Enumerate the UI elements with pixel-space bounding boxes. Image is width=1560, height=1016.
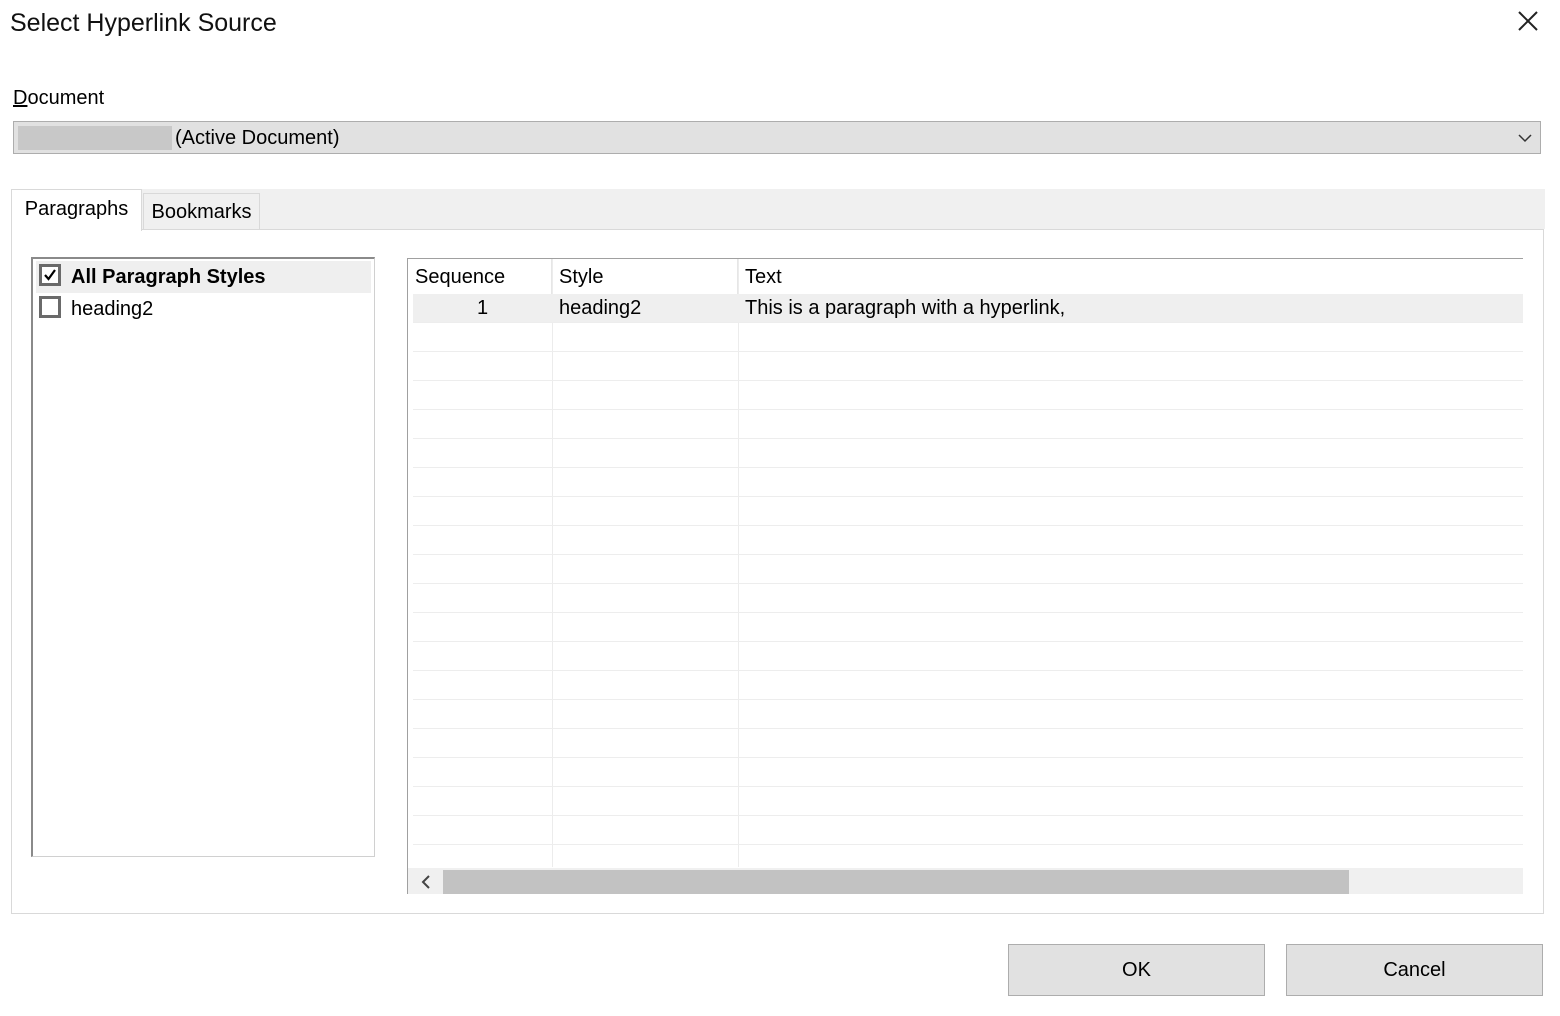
style-item-label: All Paragraph Styles (71, 266, 266, 288)
empty-row (413, 729, 1523, 758)
empty-row (413, 787, 1523, 816)
document-label-access-key: D (13, 87, 28, 109)
empty-row (413, 555, 1523, 584)
empty-row (413, 613, 1523, 642)
empty-row (413, 497, 1523, 526)
close-button[interactable] (1512, 6, 1544, 38)
empty-row (413, 381, 1523, 410)
document-dropdown[interactable]: (Active Document) (13, 121, 1541, 154)
document-label: Document (13, 87, 104, 110)
chevron-down-icon (1518, 134, 1532, 143)
empty-row (413, 642, 1523, 671)
document-dropdown-value: (Active Document) (175, 127, 340, 149)
empty-row (413, 526, 1523, 555)
column-header-sequence[interactable]: Sequence (408, 259, 552, 294)
column-header-style[interactable]: Style (552, 259, 738, 294)
empty-row (413, 323, 1523, 352)
empty-row (413, 410, 1523, 439)
empty-row (413, 671, 1523, 700)
ok-button[interactable]: OK (1008, 944, 1265, 996)
style-checkbox-all[interactable] (39, 264, 61, 286)
style-item-label: heading2 (71, 298, 154, 320)
style-checkbox-heading2[interactable] (39, 296, 61, 318)
dialog-title: Select Hyperlink Source (10, 9, 277, 37)
cell-text: This is a paragraph with a hyperlink, (745, 297, 1066, 319)
document-name-redacted (18, 126, 172, 150)
grid-header: Sequence Style Text (408, 259, 1523, 294)
cell-sequence: 1 (476, 297, 489, 319)
style-item-all[interactable]: All Paragraph Styles (36, 261, 371, 293)
paragraph-styles-list[interactable]: All Paragraph Styles heading2 (31, 257, 375, 857)
empty-row (413, 816, 1523, 845)
table-row[interactable]: 1 heading2 This is a paragraph with a hy… (413, 294, 1523, 323)
tab-bookmarks[interactable]: Bookmarks (143, 193, 260, 229)
paragraphs-grid[interactable]: Sequence Style Text 1 heading2 This is a… (407, 258, 1523, 894)
empty-row (413, 468, 1523, 497)
style-item-heading2[interactable]: heading2 (36, 293, 371, 325)
empty-row (413, 700, 1523, 729)
document-label-text: ocument (27, 87, 105, 109)
empty-row (413, 439, 1523, 468)
column-header-text[interactable]: Text (738, 259, 1523, 294)
checkmark-icon (44, 269, 56, 281)
empty-row (413, 758, 1523, 787)
scrollbar-thumb[interactable] (443, 870, 1349, 894)
empty-row (413, 352, 1523, 381)
tab-paragraphs[interactable]: Paragraphs (11, 189, 142, 231)
scroll-left-button[interactable] (408, 868, 443, 894)
empty-row (413, 584, 1523, 613)
chevron-left-icon (421, 875, 430, 889)
close-icon (1518, 11, 1538, 31)
horizontal-scrollbar[interactable] (408, 868, 1523, 894)
cell-style: heading2 (559, 297, 642, 319)
cancel-button[interactable]: Cancel (1286, 944, 1543, 996)
